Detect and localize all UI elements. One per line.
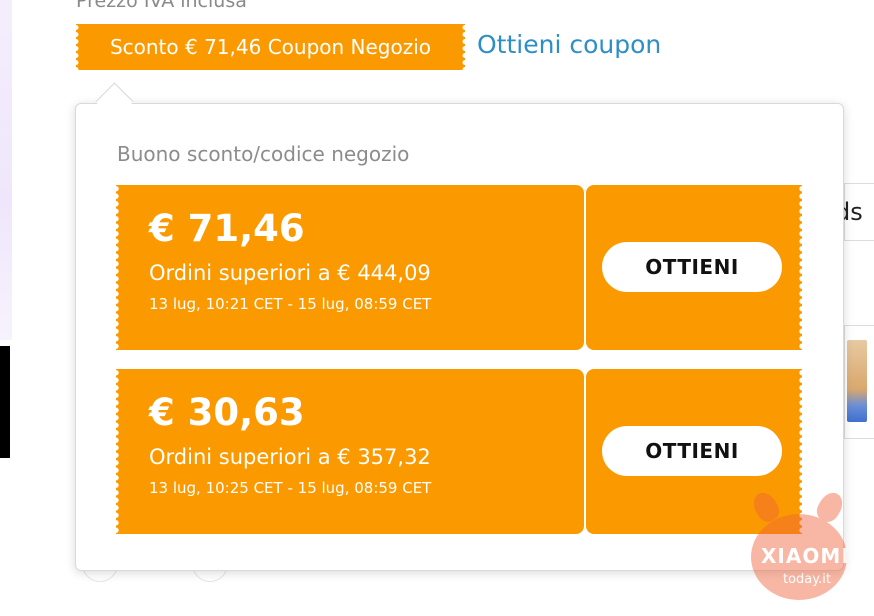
coupon-card: € 71,46 Ordini superiori a € 444,09 13 l… [116,185,802,350]
background-card-partial: ds [835,183,874,241]
get-coupon-link[interactable]: Ottieni coupon [477,30,661,59]
background-product-card [844,325,874,439]
coupon-min-order: Ordini superiori a € 357,32 [149,445,431,469]
coupon-popup: Buono sconto/codice negozio € 71,46 Ordi… [75,103,844,571]
coupon-card: € 30,63 Ordini superiori a € 357,32 13 l… [116,369,802,534]
left-background-block [0,346,10,458]
popup-title: Buono sconto/codice negozio [117,142,410,166]
coupon-amount: € 71,46 [149,207,305,250]
watermark-brand: XIAOMI [761,544,850,568]
coupon-validity: 13 lug, 10:21 CET - 15 lug, 08:59 CET [149,295,432,313]
watermark-logo: XIAOMI today.it [741,488,861,602]
discount-tag-label: Sconto € 71,46 Coupon Negozio [109,35,432,59]
coupon-action-area: OTTIENI [586,185,802,350]
watermark-site: today.it [783,572,831,587]
coupon-validity: 13 lug, 10:25 CET - 15 lug, 08:59 CET [149,479,432,497]
coupon-details: € 30,63 Ordini superiori a € 357,32 13 l… [116,369,584,534]
get-coupon-button[interactable]: OTTIENI [602,426,782,476]
left-background-strip [0,0,12,340]
get-coupon-button[interactable]: OTTIENI [602,242,782,292]
product-thumbnail [847,340,867,422]
coupon-details: € 71,46 Ordini superiori a € 444,09 13 l… [116,185,584,350]
price-note: Prezzo IVA inclusa [76,0,247,12]
discount-tag: Sconto € 71,46 Coupon Negozio [76,24,465,70]
coupon-amount: € 30,63 [149,391,305,434]
coupon-min-order: Ordini superiori a € 444,09 [149,261,431,285]
